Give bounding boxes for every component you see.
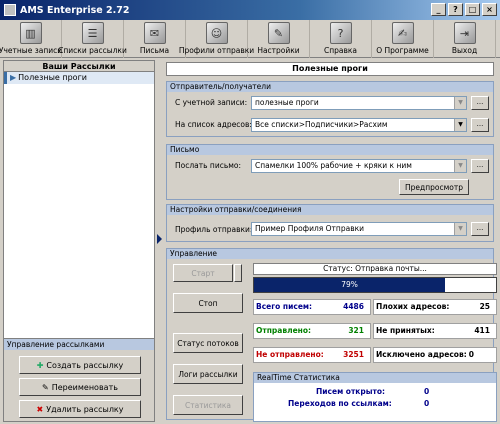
total-letters-stat: Всего писем: 4486 — [253, 299, 371, 315]
delete-mailing-button[interactable]: ✖ Удалить рассылку — [19, 400, 141, 418]
window-controls: _ ? □ × — [431, 3, 497, 16]
arrow-right-icon: ▶ — [10, 73, 17, 82]
mailing-title: Полезные проги — [166, 62, 494, 76]
preview-button[interactable]: Предпросмотр — [399, 179, 469, 195]
rejected-value: 411 — [474, 326, 490, 335]
control-group-header: Управление — [167, 249, 493, 259]
minimize-button[interactable]: _ — [431, 3, 446, 16]
opened-value: 0 — [424, 387, 430, 396]
help-button[interactable]: ? — [448, 3, 463, 16]
progress-fill: 79% — [254, 278, 446, 292]
mailing-logs-button[interactable]: Логи рассылки — [173, 364, 243, 384]
total-letters-value: 4486 — [343, 302, 364, 311]
chevron-down-icon[interactable]: ▼ — [454, 97, 466, 109]
letters-icon: ✉ — [143, 22, 166, 44]
address-list-label: На список адресов: — [175, 120, 252, 129]
profile-label: Профиль отправки: — [175, 225, 253, 234]
rename-mailing-button[interactable]: ✎ Переименовать — [19, 378, 141, 396]
help-icon: ? — [329, 22, 352, 44]
clicks-value: 0 — [424, 399, 430, 408]
plus-icon: ✚ — [36, 360, 44, 370]
bad-addresses-value: 25 — [479, 302, 490, 311]
letter-browse-button[interactable]: ... — [471, 159, 489, 173]
sent-stat: Отправлено: 321 — [253, 323, 371, 339]
window-title: AMS Enterprise 2.72 — [20, 4, 130, 16]
toolbar-about-button[interactable]: ✍ О Программе — [372, 20, 434, 58]
send-progress-bar: 79% — [253, 277, 497, 293]
sender-group-header: Отправитель/получатели — [167, 82, 493, 92]
letter-select[interactable]: Спамелки 100% рабочие + кряки к ним ▼ — [251, 159, 467, 173]
start-button[interactable]: Старт — [173, 264, 233, 282]
collapse-arrow-icon[interactable] — [157, 234, 162, 244]
account-select[interactable]: полезные проги ▼ — [251, 96, 467, 110]
control-group: Управление Старт Стоп Статус потоков Лог… — [166, 248, 497, 422]
toolbar-lists-button[interactable]: ☰ Списки рассылки — [58, 20, 127, 58]
exit-icon: ⇥ — [453, 22, 476, 44]
delete-icon: ✖ — [36, 404, 44, 414]
toolbar-letters-button[interactable]: ✉ Письма — [124, 20, 186, 58]
opened-stat: Писем открыто: — [316, 387, 386, 396]
unsent-stat: Не отправлено: 3251 — [253, 347, 371, 363]
excluded-value: 0 — [468, 350, 474, 359]
send-status: Статус: Отправка почты... — [253, 263, 497, 275]
pencil-icon: ✎ — [42, 382, 49, 392]
chevron-down-icon[interactable]: ▼ — [454, 160, 466, 172]
toolbar-settings-button[interactable]: ✎ Настройки — [248, 20, 310, 58]
clicks-stat: Переходов по ссылкам: — [288, 399, 392, 408]
mailing-details-panel: Полезные проги Отправитель/получатели С … — [164, 60, 498, 422]
letter-group: Письмо Послать письмо: Спамелки 100% раб… — [166, 144, 494, 200]
chevron-down-icon[interactable]: ▼ — [454, 119, 466, 131]
toolbar-profiles-button[interactable]: ☺ Профили отправки — [179, 20, 254, 58]
address-list-browse-button[interactable]: ... — [471, 118, 489, 132]
sent-value: 321 — [348, 326, 364, 335]
unsent-value: 3251 — [343, 350, 364, 359]
mailings-header: Ваши Рассылки — [4, 61, 154, 72]
sender-group: Отправитель/получатели С учетной записи:… — [166, 81, 494, 137]
chevron-down-icon[interactable]: ▼ — [454, 223, 466, 235]
create-mailing-button[interactable]: ✚ Создать рассылку — [19, 356, 141, 374]
send-settings-group: Настройки отправки/соединения Профиль от… — [166, 204, 494, 242]
toolbar-exit-button[interactable]: ⇥ Выход — [434, 20, 496, 58]
mailing-management-header: Управление рассылками — [4, 339, 154, 350]
mailing-management: Управление рассылками ✚ Создать рассылку … — [3, 338, 155, 422]
main-toolbar: ▥ Учетные записи ☰ Списки рассылки ✉ Письма… — [0, 20, 500, 58]
stop-button[interactable]: Стоп — [173, 293, 243, 313]
statistics-button[interactable]: Статистика — [173, 395, 243, 415]
about-icon: ✍ — [391, 22, 414, 44]
realtime-stats: RealTime Статистика Писем открыто: 0 Пер… — [253, 372, 497, 422]
toolbar-accounts-button[interactable]: ▥ Учетные записи — [0, 20, 62, 58]
window-titlebar: AMS Enterprise 2.72 _ ? □ × — [0, 0, 500, 20]
account-browse-button[interactable]: ... — [471, 96, 489, 110]
accounts-icon: ▥ — [19, 22, 42, 44]
toolbar-help-button[interactable]: ? Справка — [310, 20, 372, 58]
address-list-select[interactable]: Все списки>Подписчики>Расхим ▼ — [251, 118, 467, 132]
profile-browse-button[interactable]: ... — [471, 222, 489, 236]
mailing-list-item[interactable]: ▶ Полезные проги — [4, 72, 154, 84]
maximize-button[interactable]: □ — [465, 3, 480, 16]
excluded-stat: Исключено адресов: 0 — [373, 347, 497, 363]
letter-group-header: Письмо — [167, 145, 493, 155]
settings-icon: ✎ — [267, 22, 290, 44]
profile-select[interactable]: Пример Профиля Отправки ▼ — [251, 222, 467, 236]
app-icon — [4, 4, 16, 16]
bad-addresses-stat: Плохих адресов: 25 — [373, 299, 497, 315]
account-label: С учетной записи: — [175, 98, 248, 107]
rejected-stat: Не принятых: 411 — [373, 323, 497, 339]
profiles-icon: ☺ — [205, 22, 228, 44]
start-options-dropdown[interactable] — [234, 264, 242, 282]
send-settings-header: Настройки отправки/соединения — [167, 205, 493, 215]
close-button[interactable]: × — [482, 3, 497, 16]
lists-icon: ☰ — [81, 22, 104, 44]
realtime-stats-header: RealTime Статистика — [254, 373, 496, 383]
thread-status-button[interactable]: Статус потоков — [173, 333, 243, 353]
send-letter-label: Послать письмо: — [175, 161, 242, 170]
